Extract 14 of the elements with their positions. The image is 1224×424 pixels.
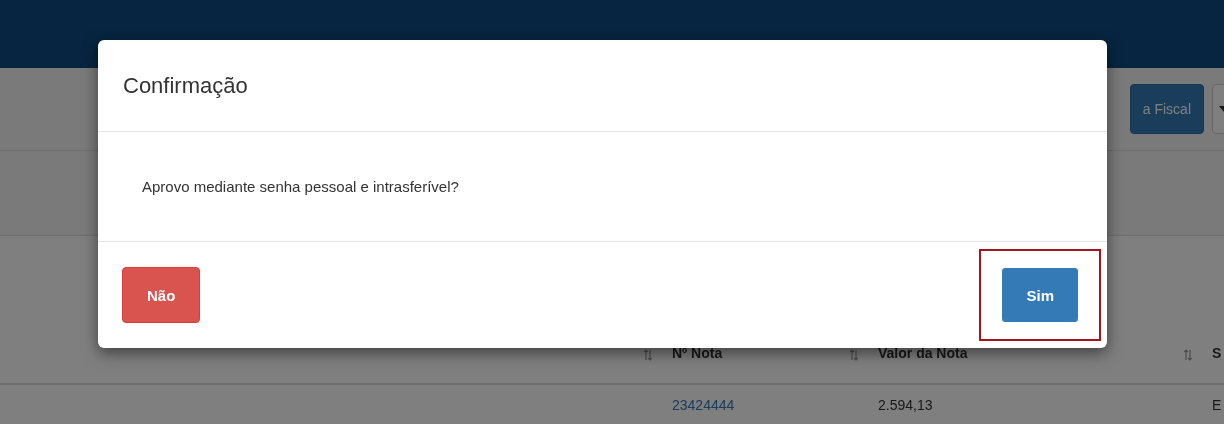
yes-button[interactable]: Sim [1001, 267, 1079, 323]
table-cell: 2.594,13 [878, 397, 933, 413]
sort-icon[interactable] [1184, 349, 1192, 361]
table-cell: E [1212, 397, 1222, 413]
column-header[interactable]: S [1200, 345, 1224, 361]
column-header[interactable]: Valor da Nota [866, 345, 1184, 361]
column-header[interactable]: Nº Nota [660, 345, 850, 361]
dialog-title: Confirmação [123, 72, 248, 99]
fiscal-button[interactable]: a Fiscal [1129, 84, 1204, 134]
note-link[interactable]: 23424444 [672, 397, 735, 413]
sort-icon[interactable] [850, 349, 858, 361]
sort-icon[interactable] [644, 349, 652, 361]
dialog-message: Aprovo mediante senha pessoal e intrasferível? [142, 178, 459, 195]
no-button[interactable]: Não [122, 267, 201, 323]
